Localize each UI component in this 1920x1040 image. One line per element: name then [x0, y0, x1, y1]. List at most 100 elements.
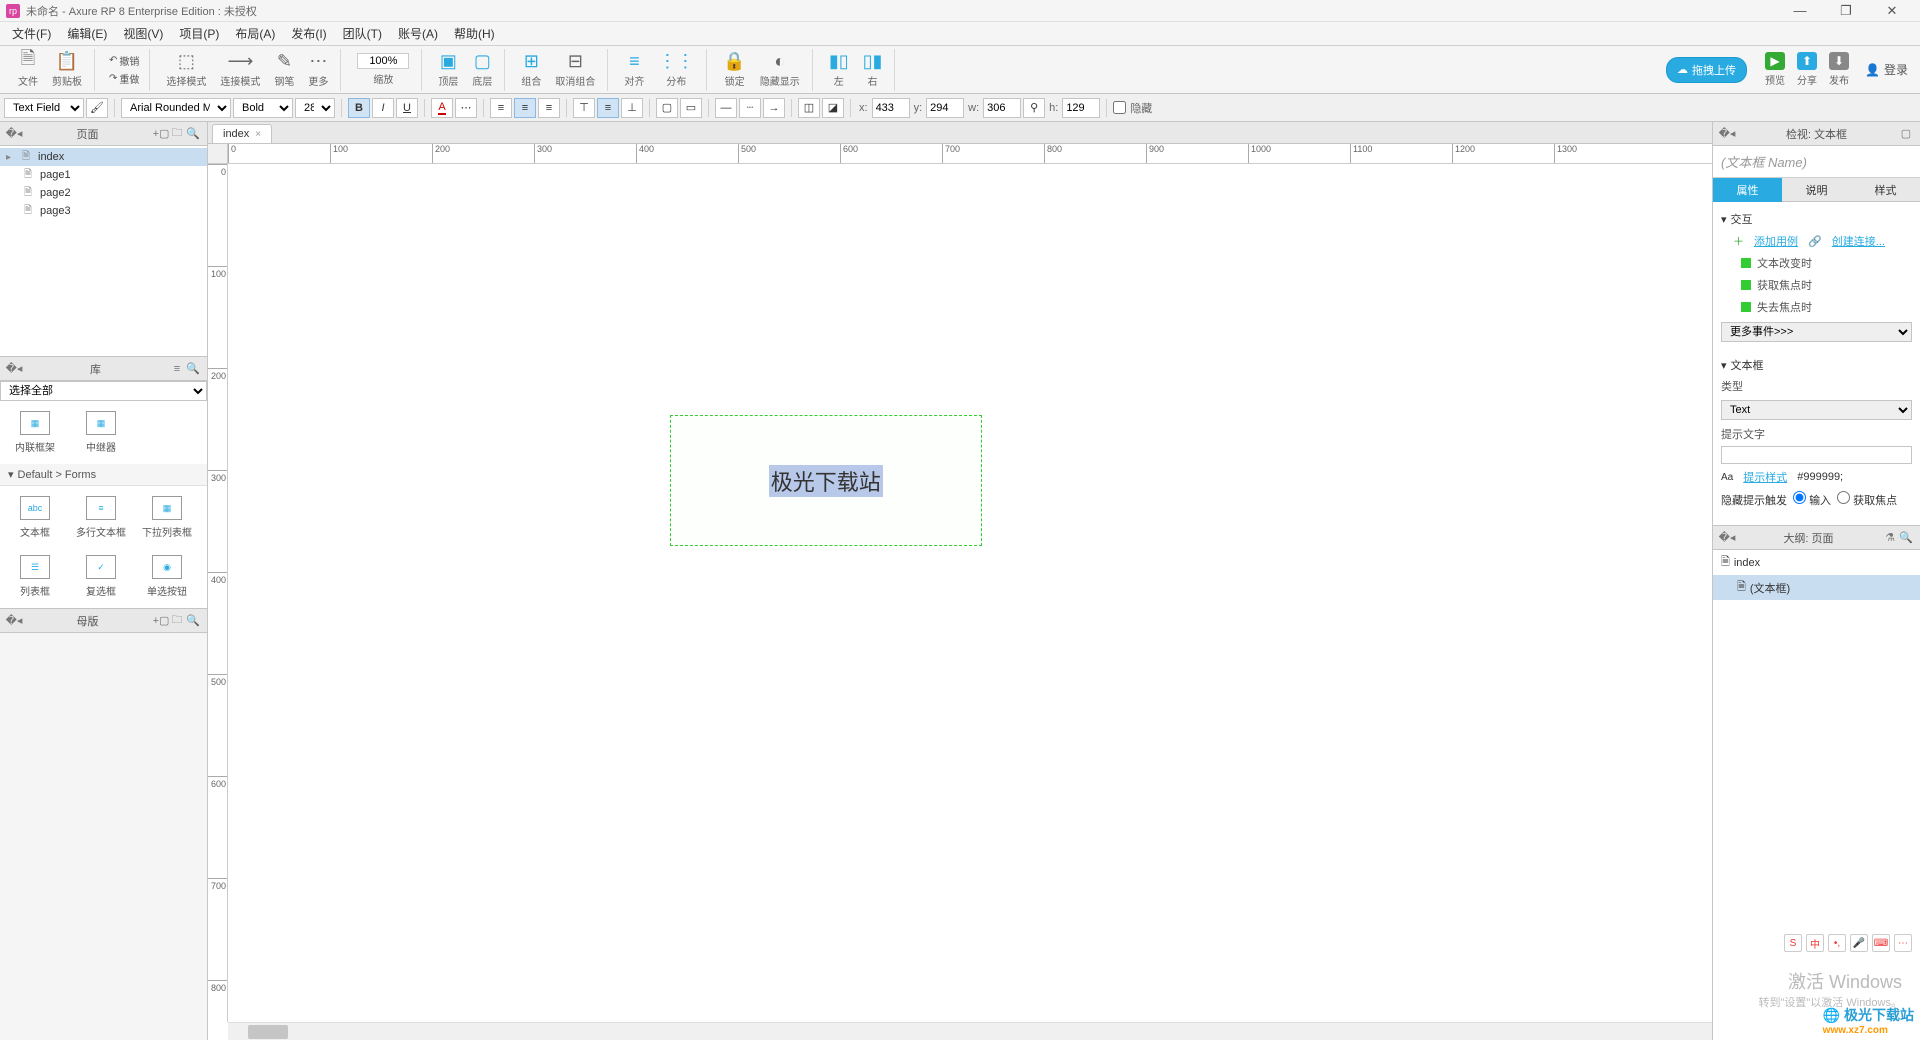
- left-button[interactable]: ▮▯左: [823, 49, 855, 90]
- library-item[interactable]: ✓复选框: [72, 551, 130, 602]
- cloud-upload-button[interactable]: ☁拖拽上传: [1666, 57, 1747, 83]
- undo-button[interactable]: ↶ 撤销: [105, 52, 143, 69]
- library-item[interactable]: ▦中继器: [72, 407, 130, 458]
- align-button[interactable]: ≡对齐: [618, 49, 650, 90]
- hidden-checkbox[interactable]: [1113, 101, 1126, 114]
- lib-search-button[interactable]: 🔍: [185, 361, 201, 377]
- add-master-folder-button[interactable]: 🗀: [169, 613, 185, 629]
- library-item[interactable]: abc文本框: [6, 492, 64, 543]
- menu-item[interactable]: 账号(A): [390, 22, 446, 45]
- menu-item[interactable]: 视图(V): [115, 22, 171, 45]
- ime-button[interactable]: 🎤: [1850, 934, 1868, 952]
- collapse-icon[interactable]: �◂: [6, 126, 22, 142]
- ime-button[interactable]: 中: [1806, 934, 1824, 952]
- more-tools-button[interactable]: ⋯更多: [302, 49, 334, 90]
- y-input[interactable]: [926, 98, 964, 118]
- collapse-icon[interactable]: �◂: [6, 361, 22, 377]
- size-select[interactable]: 28: [295, 98, 335, 118]
- more-text-button[interactable]: ⋯: [455, 98, 477, 118]
- canvas-tab-index[interactable]: index×: [212, 124, 272, 143]
- collapse-icon[interactable]: �◂: [1719, 530, 1735, 546]
- ungroup-button[interactable]: ⊟取消组合: [549, 49, 601, 90]
- ime-button[interactable]: ⋯: [1894, 934, 1912, 952]
- send-back-button[interactable]: ▢底层: [466, 49, 498, 90]
- lock-button[interactable]: 🔒锁定: [717, 49, 751, 90]
- collapse-icon[interactable]: �◂: [6, 613, 22, 629]
- interaction-section[interactable]: ▾ 交互: [1721, 208, 1912, 230]
- arrow-button[interactable]: →: [763, 98, 785, 118]
- clipboard-button[interactable]: 📋剪贴板: [46, 49, 88, 90]
- page-tree-item[interactable]: ▸🗎index: [0, 148, 207, 166]
- italic-button[interactable]: I: [372, 98, 394, 118]
- collapse-icon[interactable]: �◂: [1719, 126, 1735, 142]
- menu-item[interactable]: 文件(F): [4, 22, 59, 45]
- menu-item[interactable]: 团队(T): [335, 22, 390, 45]
- maximize-button[interactable]: ❐: [1832, 2, 1860, 20]
- text-field-widget[interactable]: 极光下载站: [670, 415, 982, 547]
- lib-menu-button[interactable]: ≡: [169, 361, 185, 377]
- font-select[interactable]: Arial Rounded MT: [121, 98, 231, 118]
- outline-item[interactable]: 🗎index: [1713, 550, 1920, 575]
- hint-style-link[interactable]: 提示样式: [1743, 469, 1787, 485]
- textfield-section[interactable]: ▾ 文本框: [1721, 354, 1912, 376]
- page-tree-item[interactable]: 🗎page1: [0, 166, 207, 184]
- align-left-button[interactable]: ≡: [490, 98, 512, 118]
- valign-top-button[interactable]: ⊤: [573, 98, 595, 118]
- line-color-button[interactable]: ▭: [680, 98, 702, 118]
- tab-properties[interactable]: 属性: [1713, 178, 1782, 202]
- zoom-control[interactable]: 缩放: [351, 51, 415, 88]
- font-color-button[interactable]: A: [431, 98, 453, 118]
- interaction-event[interactable]: 失去焦点时: [1721, 296, 1912, 318]
- library-item[interactable]: ☰列表框: [6, 551, 64, 602]
- zoom-input[interactable]: [357, 53, 409, 69]
- add-folder-button[interactable]: 🗀: [169, 126, 185, 142]
- shadow-out-button[interactable]: ◫: [798, 98, 820, 118]
- publish-button[interactable]: ⬇发布: [1825, 50, 1853, 89]
- page-tree-item[interactable]: 🗎page2: [0, 184, 207, 202]
- style-select[interactable]: Text Field: [4, 98, 84, 118]
- add-master-button[interactable]: +▢: [153, 613, 169, 629]
- menu-item[interactable]: 编辑(E): [59, 22, 115, 45]
- close-tab-icon[interactable]: ×: [255, 129, 261, 140]
- connect-mode-button[interactable]: ⟶连接模式: [214, 49, 266, 90]
- interaction-event[interactable]: 文本改变时: [1721, 252, 1912, 274]
- ime-button[interactable]: S: [1784, 934, 1802, 952]
- library-item[interactable]: ◉单选按钮: [138, 551, 196, 602]
- add-page-button[interactable]: +▢: [153, 126, 169, 142]
- line-style-button[interactable]: ┈: [739, 98, 761, 118]
- widget-name-input[interactable]: (文本框 Name): [1713, 146, 1920, 178]
- fill-button[interactable]: ▢: [656, 98, 678, 118]
- more-events-select[interactable]: 更多事件>>>: [1721, 322, 1912, 342]
- outline-search-button[interactable]: 🔍: [1898, 530, 1914, 546]
- valign-bot-button[interactable]: ⊥: [621, 98, 643, 118]
- lock-aspect-button[interactable]: ⚲: [1023, 98, 1045, 118]
- add-case-link[interactable]: 添加用例: [1754, 233, 1798, 249]
- lib-section-forms[interactable]: ▾Default > Forms: [0, 464, 207, 486]
- login-button[interactable]: 👤登录: [1859, 58, 1914, 81]
- new-window-icon[interactable]: ▢: [1898, 126, 1914, 142]
- library-select[interactable]: 选择全部: [0, 381, 207, 401]
- style-paint-button[interactable]: 🖌: [86, 98, 108, 118]
- trigger-focus-radio[interactable]: 获取焦点: [1837, 491, 1897, 508]
- menu-item[interactable]: 项目(P): [171, 22, 227, 45]
- ime-button[interactable]: •,: [1828, 934, 1846, 952]
- bring-front-button[interactable]: ▣顶层: [432, 49, 464, 90]
- search-pages-button[interactable]: 🔍: [185, 126, 201, 142]
- weight-select[interactable]: Bold: [233, 98, 293, 118]
- filter-icon[interactable]: ⚗: [1882, 530, 1898, 546]
- library-item[interactable]: ▦内联框架: [6, 407, 64, 458]
- bold-button[interactable]: B: [348, 98, 370, 118]
- menu-item[interactable]: 发布(I): [283, 22, 334, 45]
- group-button[interactable]: ⊞组合: [515, 49, 547, 90]
- create-link-link[interactable]: 创建连接...: [1832, 233, 1885, 249]
- shadow-in-button[interactable]: ◪: [822, 98, 844, 118]
- w-input[interactable]: [983, 98, 1021, 118]
- library-item[interactable]: ≡多行文本框: [72, 492, 130, 543]
- hint-text-input[interactable]: [1721, 446, 1912, 464]
- type-select[interactable]: Text: [1721, 400, 1912, 420]
- h-input[interactable]: [1062, 98, 1100, 118]
- file-button[interactable]: 🗎文件: [12, 49, 44, 90]
- page-tree-item[interactable]: 🗎page3: [0, 202, 207, 220]
- align-right-button[interactable]: ≡: [538, 98, 560, 118]
- line-width-button[interactable]: —: [715, 98, 737, 118]
